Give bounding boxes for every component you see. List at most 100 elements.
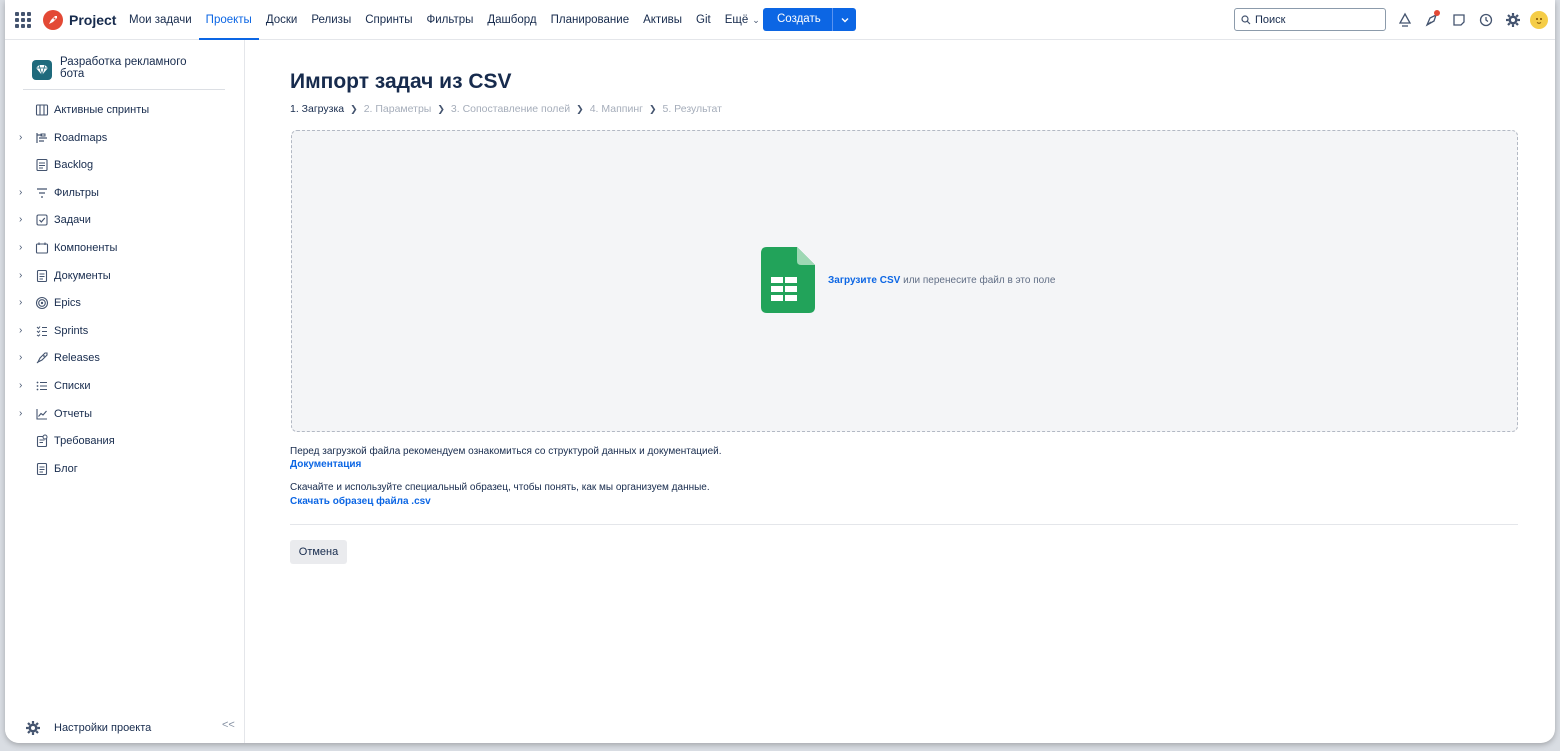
project-diamond-icon: [32, 60, 52, 80]
blog-icon: [35, 462, 49, 476]
chevron-right-icon[interactable]: ›: [19, 214, 27, 225]
epic-target-icon: [35, 296, 49, 310]
nav-link-6[interactable]: Дашборд: [480, 0, 543, 40]
nav-link-2[interactable]: Доски: [259, 0, 305, 40]
sidebar-item-10[interactable]: › Списки: [5, 372, 245, 400]
nav-link-3[interactable]: Релизы: [304, 0, 358, 40]
recycle-icon[interactable]: [1395, 10, 1414, 29]
sidebar-item-0[interactable]: Активные спринты: [5, 96, 245, 124]
chevron-right-icon[interactable]: ›: [19, 297, 27, 308]
notifications-icon[interactable]: [1422, 10, 1441, 29]
project-settings-item[interactable]: Настройки проекта <<: [5, 715, 245, 743]
nav-link-9[interactable]: Git: [689, 0, 718, 40]
rocket-logo-icon[interactable]: [43, 10, 63, 30]
search-input[interactable]: [1255, 13, 1375, 26]
sidebar-item-label: Блог: [54, 462, 78, 475]
cancel-button[interactable]: Отмена: [290, 540, 347, 564]
create-button[interactable]: Создать: [763, 8, 832, 31]
sidebar-item-label: Списки: [54, 379, 91, 392]
chevron-right-icon[interactable]: ›: [19, 408, 27, 419]
chevron-right-icon: ❯: [350, 103, 358, 114]
top-icons: [1395, 10, 1548, 29]
brand-name[interactable]: Project: [69, 12, 116, 28]
csv-dropzone[interactable]: Загрузите CSV или перенесите файл в это …: [291, 130, 1518, 432]
page-title: Импорт задач из CSV: [290, 70, 512, 93]
sidebar-item-3[interactable]: › Фильтры: [5, 179, 245, 207]
sidebar-item-12[interactable]: Требования: [5, 427, 245, 455]
sidebar-item-8[interactable]: › Sprints: [5, 317, 245, 345]
sidebar-item-label: Задачи: [54, 214, 91, 227]
nav-link-5[interactable]: Фильтры: [419, 0, 480, 40]
sidebar-item-4[interactable]: › Задачи: [5, 206, 245, 234]
chevron-right-icon[interactable]: ›: [19, 242, 27, 253]
gear-icon: [25, 720, 41, 736]
nav-link-10[interactable]: Ещё ⌄: [718, 0, 767, 40]
chevron-right-icon[interactable]: ›: [19, 380, 27, 391]
sidebar-item-7[interactable]: › Epics: [5, 289, 245, 317]
sidebar-item-5[interactable]: › Компоненты: [5, 234, 245, 262]
nav-link-label: Спринты: [365, 14, 413, 26]
main-content: Импорт задач из CSV 1. Загрузка ❯ 2. Парам…: [290, 40, 1520, 743]
nav-links: Мои задачи Проекты Доски Релизы Спринты Фильт…: [122, 0, 767, 40]
sidebar-item-label: Фильтры: [54, 186, 99, 199]
chevron-right-icon[interactable]: ›: [19, 187, 27, 198]
nav-link-label: Релизы: [311, 14, 352, 26]
rocket-icon: [35, 351, 49, 365]
project-header[interactable]: Разработка рекламного бота: [23, 56, 225, 90]
nav-link-0[interactable]: Мои задачи: [122, 0, 199, 40]
divider: [290, 524, 1518, 525]
sidebar-item-label: Roadmaps: [54, 131, 108, 144]
download-sample-link[interactable]: Скачать образец файла .csv: [290, 496, 431, 507]
sidebar-item-label: Sprints: [54, 324, 89, 337]
sidebar-item-2[interactable]: Backlog: [5, 151, 245, 179]
step-3: 3. Сопоставление полей: [450, 103, 571, 115]
nav-link-8[interactable]: Активы: [636, 0, 689, 40]
dropzone-text: Загрузите CSV или перенесите файл в это …: [828, 275, 1055, 286]
settings-gear-icon[interactable]: [1503, 10, 1522, 29]
chevron-right-icon[interactable]: ›: [19, 270, 27, 281]
dropzone-content: Загрузите CSV или перенесите файл в это …: [761, 247, 1055, 313]
sidebar-item-11[interactable]: › Отчеты: [5, 400, 245, 428]
chevron-right-icon[interactable]: ›: [19, 352, 27, 363]
step-4: 4. Маппинг: [589, 103, 643, 115]
dropzone-hint: или перенесите файл в это поле: [900, 274, 1056, 286]
user-avatar[interactable]: [1530, 10, 1548, 29]
documentation-link[interactable]: Документация: [290, 459, 361, 470]
sidebar-item-13[interactable]: Блог: [5, 455, 245, 483]
app-switcher-icon[interactable]: [15, 12, 31, 28]
chevron-down-icon: [841, 17, 848, 22]
nav-link-label: Проекты: [205, 14, 252, 26]
sidebar-item-label: Документы: [54, 269, 111, 282]
board-columns-icon: [35, 103, 49, 117]
sidebar-item-9[interactable]: › Releases: [5, 344, 245, 372]
chevron-right-icon: ❯: [576, 103, 584, 114]
nav-link-1[interactable]: Проекты: [198, 0, 259, 40]
notes-icon[interactable]: [1449, 10, 1468, 29]
document-icon: [35, 269, 49, 283]
sidebar-item-1[interactable]: › Roadmaps: [5, 124, 245, 152]
sidebar-item-label: Активные спринты: [54, 104, 150, 116]
sidebar-item-6[interactable]: › Документы: [5, 262, 245, 290]
nav-link-7[interactable]: Планирование: [544, 0, 636, 40]
create-dropdown-button[interactable]: [832, 8, 856, 31]
sidebar-item-label: Backlog: [54, 159, 94, 172]
nav-link-label: Доски: [265, 14, 298, 26]
search-box[interactable]: [1234, 8, 1386, 31]
nav-link-label: Git: [696, 14, 711, 26]
chevron-down-icon: ⌄: [752, 15, 760, 25]
step-5: 5. Результат: [662, 103, 722, 115]
chart-line-icon: [35, 407, 49, 421]
nav-link-label: Фильтры: [426, 14, 474, 26]
create-button-group: Создать: [763, 8, 856, 31]
collapse-sidebar-button[interactable]: <<: [222, 719, 235, 731]
history-icon[interactable]: [1476, 10, 1495, 29]
step-1: 1. Загрузка: [290, 103, 345, 115]
roadmap-icon: [35, 131, 49, 145]
project-name: Разработка рекламного бота: [60, 56, 187, 80]
app-window: Project Мои задачи Проекты Доски Релизы Спри…: [5, 0, 1555, 743]
spreadsheet-file-icon: [761, 247, 815, 313]
chevron-right-icon[interactable]: ›: [19, 132, 27, 143]
upload-csv-link[interactable]: Загрузите CSV: [828, 275, 900, 286]
nav-link-4[interactable]: Спринты: [358, 0, 419, 40]
chevron-right-icon[interactable]: ›: [19, 325, 27, 336]
